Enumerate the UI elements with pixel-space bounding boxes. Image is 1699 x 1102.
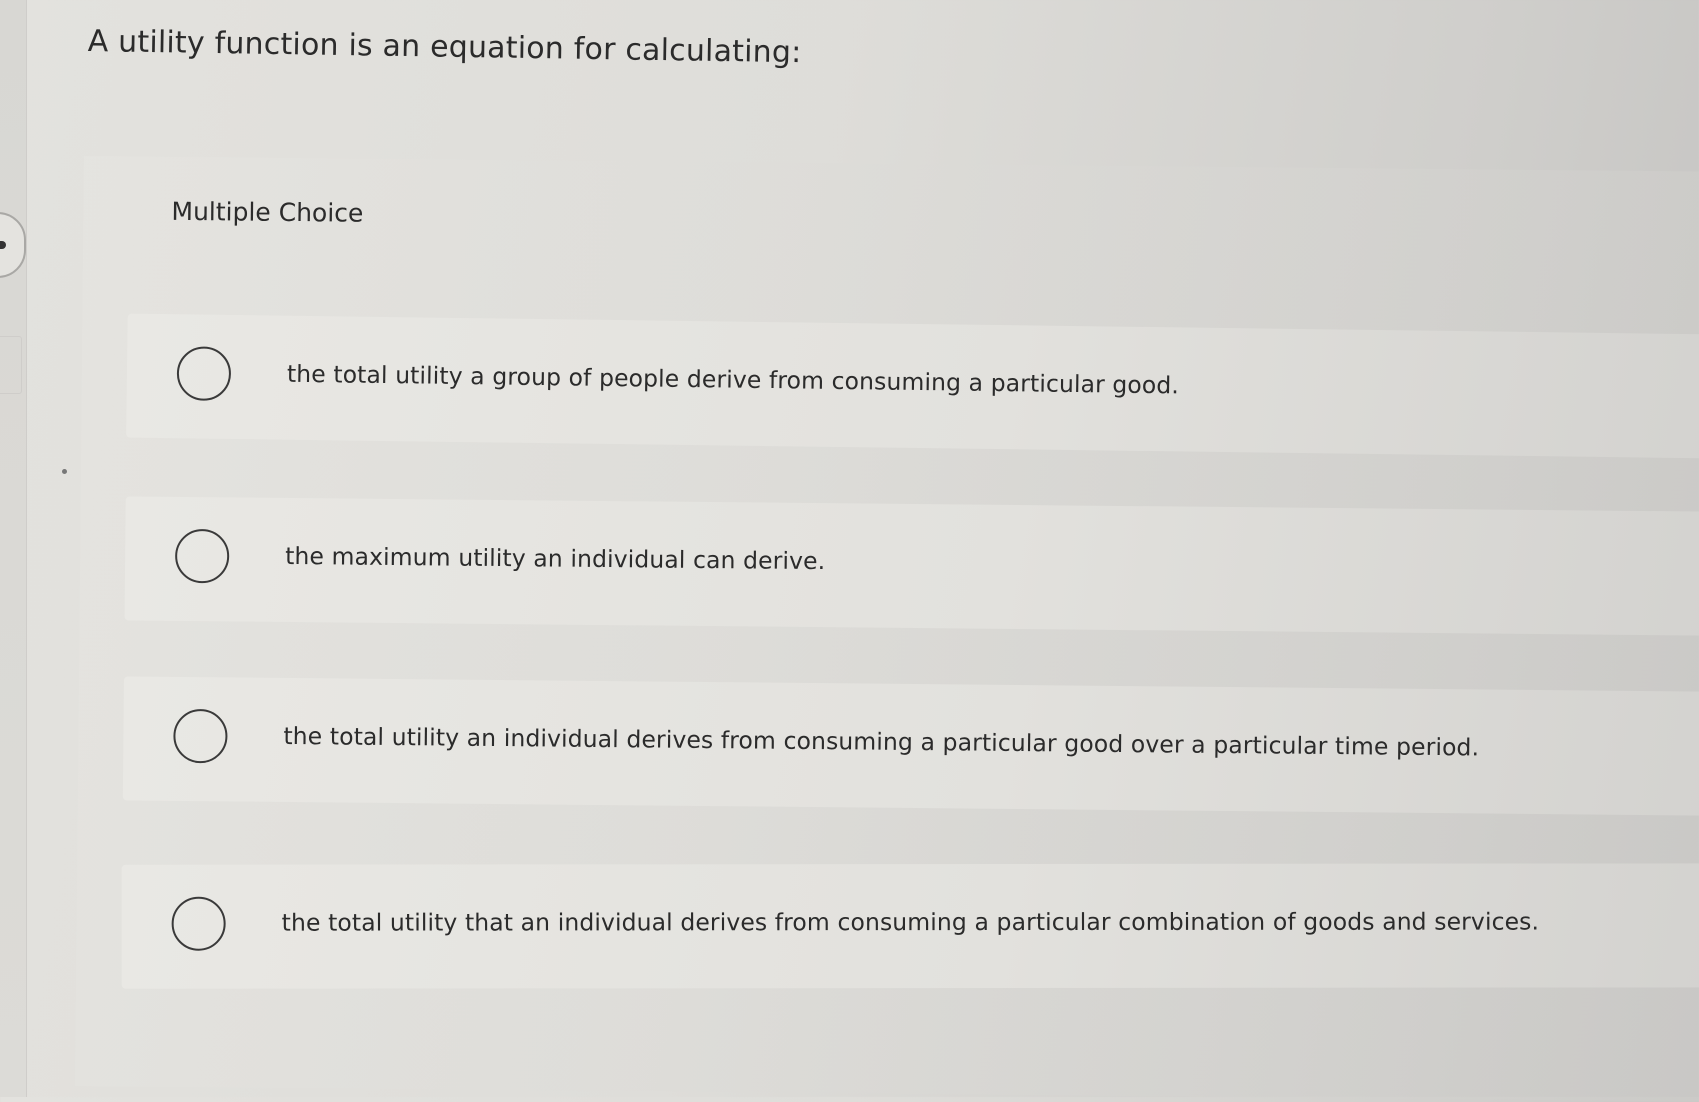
choice-option-3[interactable]: the total utility an individual derives …: [122, 676, 1699, 816]
radio-button-icon[interactable]: [176, 346, 232, 401]
radio-button-icon[interactable]: [171, 896, 226, 951]
multiple-choice-panel: Multiple Choice the total utility a grou…: [75, 156, 1699, 1102]
left-edge-divider: [0, 0, 27, 1097]
choice-option-1[interactable]: the total utility a group of people deri…: [126, 313, 1699, 459]
choice-option-text: the total utility that an individual der…: [281, 907, 1540, 937]
multiple-choice-label: Multiple Choice: [171, 196, 364, 228]
side-panel-box: [0, 336, 22, 394]
radio-button-icon[interactable]: [174, 528, 230, 584]
question-text: A utility function is an equation for ca…: [87, 24, 802, 71]
stray-dot-mark: [62, 469, 67, 474]
choice-option-2[interactable]: the maximum utility an individual can de…: [124, 496, 1699, 636]
choice-option-text: the total utility a group of people deri…: [286, 359, 1180, 400]
radio-button-icon[interactable]: [173, 708, 228, 764]
choice-option-text: the maximum utility an individual can de…: [285, 541, 826, 576]
choice-option-text: the total utility an individual derives …: [283, 721, 1480, 762]
choice-option-4[interactable]: the total utility that an individual der…: [121, 863, 1699, 989]
